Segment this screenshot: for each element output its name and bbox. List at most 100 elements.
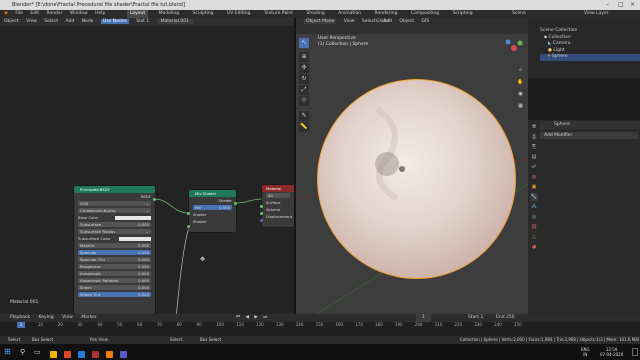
particles-icon[interactable]: ⁂ bbox=[530, 203, 538, 211]
orientation-selector[interactable]: Global bbox=[376, 18, 390, 26]
mix-output-socket[interactable] bbox=[234, 202, 237, 205]
specular-tint-field[interactable]: Specular Tint 0.000 bbox=[78, 257, 151, 262]
camera-view-icon[interactable]: ◉ bbox=[516, 90, 525, 99]
distribution-dropdown[interactable]: GGX ⌄ bbox=[78, 201, 151, 206]
mix-shader-node[interactable]: Mix Shader Shader Fac 0.500 Shader Shader bbox=[189, 190, 236, 232]
language-indicator[interactable]: ENG IN bbox=[581, 347, 590, 357]
zoom-icon[interactable]: ⌕ bbox=[516, 66, 525, 75]
timeline-keying-menu[interactable]: Keying bbox=[39, 315, 54, 320]
current-frame-field[interactable]: 1 bbox=[416, 314, 431, 322]
blender-taskbar-icon[interactable] bbox=[106, 351, 113, 358]
bsdf-output-label: BSDF bbox=[140, 194, 151, 199]
origin-dot bbox=[399, 166, 405, 172]
search-icon[interactable]: ⚲ bbox=[20, 348, 25, 356]
world-properties-icon[interactable]: ◍ bbox=[530, 173, 538, 181]
timeline-tick-label: 210 bbox=[434, 322, 443, 327]
timeline-tick-label: 160 bbox=[335, 322, 344, 327]
viewport-view-menu[interactable]: View bbox=[344, 19, 355, 24]
navigation-gizmo[interactable] bbox=[500, 34, 528, 62]
photoshop-icon[interactable] bbox=[78, 351, 85, 358]
timeline-view-menu[interactable]: View bbox=[62, 315, 73, 320]
mode-selector[interactable]: Object Mode bbox=[304, 19, 337, 24]
timeline-tick-label: 190 bbox=[394, 322, 403, 327]
output-target-dropdown[interactable]: All bbox=[266, 193, 290, 198]
timeline-tick-label: 220 bbox=[454, 322, 463, 327]
principled-bsdf-node[interactable]: Principled BSDF BSDF GGX ⌄ Christensen-Bu… bbox=[74, 186, 155, 314]
subsurface-method-dropdown[interactable]: Christensen-Burley ⌄ bbox=[78, 208, 151, 213]
sheen-field[interactable]: Sheen 0.000 bbox=[78, 285, 151, 290]
render-properties-icon[interactable]: ⎙ bbox=[530, 133, 538, 141]
base-color-row[interactable]: Base Color bbox=[74, 214, 155, 221]
outliner-item-sphere[interactable]: ▾ Sphere bbox=[540, 54, 640, 61]
viewport-gis-menu[interactable]: GIS bbox=[422, 19, 430, 24]
material-properties-icon[interactable]: ◕ bbox=[530, 243, 538, 251]
output-properties-icon[interactable]: ⎘ bbox=[530, 143, 538, 151]
select-tool-icon[interactable]: ↖ bbox=[299, 38, 309, 48]
bsdf-output-socket[interactable] bbox=[153, 198, 156, 201]
start-frame-field[interactable]: Start 1 bbox=[468, 314, 483, 322]
end-frame-field[interactable]: End 250 bbox=[496, 314, 515, 322]
playback-controls[interactable]: ⏮ ◀ ▶ ⏭ bbox=[236, 314, 269, 322]
subsurface-color-row[interactable]: Subsurface Color bbox=[74, 235, 155, 242]
scene-properties-icon[interactable]: ☍ bbox=[530, 163, 538, 171]
gizmo-x-icon[interactable] bbox=[511, 45, 517, 51]
timeline-tick-label: 230 bbox=[474, 322, 482, 327]
timeline-playback-menu[interactable]: Playback bbox=[10, 315, 30, 320]
subsurface-color-swatch[interactable] bbox=[119, 236, 151, 241]
measure-tool-icon[interactable]: 📏 bbox=[299, 122, 309, 132]
roughness-field[interactable]: Roughness 0.500 bbox=[78, 264, 151, 269]
displacement-input-socket[interactable] bbox=[260, 219, 263, 222]
viewport-select-menu[interactable]: Select bbox=[362, 19, 376, 24]
subsurface-radius-field[interactable]: Subsurface Radius ⌄ bbox=[78, 229, 151, 234]
sheen-tint-field[interactable]: Sheen Tint 0.500 bbox=[78, 292, 151, 297]
anisotropic-rotation-field[interactable]: Anisotropic Rotation 0.000 bbox=[78, 278, 151, 283]
status-box-select: Box Select bbox=[32, 337, 54, 342]
perspective-grid-icon[interactable]: ▦ bbox=[516, 102, 525, 111]
rotate-tool-icon[interactable]: ↻ bbox=[299, 74, 309, 84]
surface-input-socket[interactable] bbox=[260, 205, 263, 208]
anisotropic-field[interactable]: Anisotropic 0.000 bbox=[78, 271, 151, 276]
fac-field[interactable]: Fac 0.500 bbox=[193, 205, 232, 210]
specular-field[interactable]: Specular 0.500 bbox=[78, 250, 151, 255]
view-layer-icon[interactable]: ▤ bbox=[530, 153, 538, 161]
object-data-icon[interactable]: △ bbox=[530, 233, 538, 241]
properties-object-name[interactable]: Sphere bbox=[540, 121, 640, 129]
gizmo-y-icon[interactable] bbox=[517, 40, 523, 46]
chrome-icon[interactable] bbox=[64, 351, 71, 358]
base-color-swatch[interactable] bbox=[115, 215, 151, 220]
mix-input-socket-2[interactable] bbox=[187, 225, 190, 228]
physics-icon[interactable]: ◎ bbox=[530, 213, 538, 221]
transform-tool-icon[interactable]: ⟐ bbox=[299, 96, 309, 106]
mix-input-socket-1[interactable] bbox=[187, 212, 190, 215]
cursor-tool-icon[interactable]: ⊕ bbox=[299, 52, 309, 62]
node-title: Principled BSDF bbox=[74, 186, 155, 193]
notification-icon[interactable] bbox=[632, 348, 638, 356]
timeline-marker-menu[interactable]: Marker bbox=[81, 315, 97, 320]
link-mix-to-output bbox=[235, 198, 263, 204]
metallic-field[interactable]: Metallic 0.000 bbox=[78, 243, 151, 248]
annotate-tool-icon[interactable]: ✎ bbox=[299, 111, 309, 121]
scale-tool-icon[interactable]: ⤢ bbox=[299, 85, 309, 95]
add-modifier-button[interactable]: Add Modifier bbox=[540, 132, 638, 139]
gizmo-z-icon[interactable] bbox=[505, 39, 511, 45]
task-view-icon[interactable]: ▭ bbox=[34, 348, 41, 356]
viewport-object-menu[interactable]: Object bbox=[399, 19, 414, 24]
tool-settings-icon[interactable]: ⚒ bbox=[530, 123, 538, 131]
pan-hand-icon[interactable]: ✋ bbox=[516, 78, 525, 87]
timeline-tick-label: 240 bbox=[494, 322, 502, 327]
timeline-tick-label: 180 bbox=[375, 322, 383, 327]
move-tool-icon[interactable]: ✣ bbox=[299, 63, 309, 73]
clock[interactable]: 12:59 07-04-2020 bbox=[600, 347, 623, 357]
windows-start-icon[interactable]: ⊞ bbox=[4, 347, 11, 356]
playhead[interactable]: 1 bbox=[17, 322, 25, 328]
timeline-tick-label: 110 bbox=[236, 322, 244, 327]
modifier-properties-icon[interactable]: 🔧 bbox=[530, 193, 538, 201]
media-player-icon[interactable] bbox=[92, 351, 99, 358]
constraints-icon[interactable]: ⛓ bbox=[530, 223, 538, 231]
subsurface-field[interactable]: Subsurface 0.000 bbox=[78, 222, 151, 227]
app-taskbar-icon[interactable] bbox=[120, 351, 127, 358]
file-explorer-icon[interactable] bbox=[50, 351, 57, 358]
material-output-node[interactable]: Material Output All Surface Volume Displ… bbox=[262, 185, 294, 227]
volume-input-socket[interactable] bbox=[260, 212, 263, 215]
object-properties-icon[interactable]: ▣ bbox=[530, 183, 538, 191]
